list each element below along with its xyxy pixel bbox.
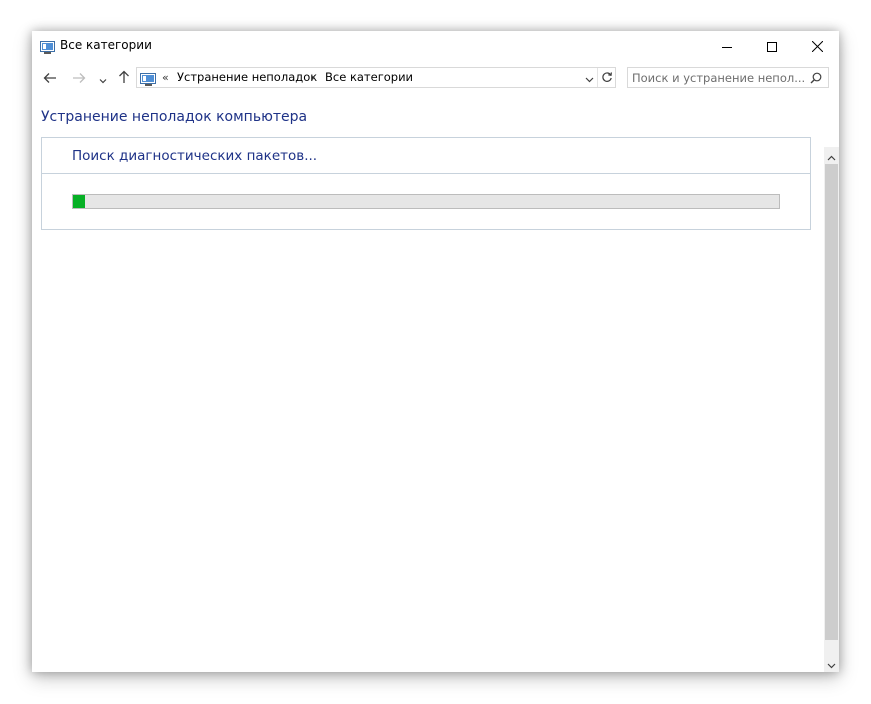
search-icon[interactable]	[808, 70, 824, 86]
search-input[interactable]	[632, 69, 804, 86]
address-overflow-button[interactable]: «	[162, 70, 169, 85]
address-bar[interactable]: « Устранение неполадок › Все категории	[136, 67, 616, 88]
recent-locations-button[interactable]	[94, 67, 112, 89]
chevron-down-icon	[827, 654, 836, 672]
breadcrumb-all-categories[interactable]: Все категории	[325, 70, 413, 85]
refresh-button[interactable]	[597, 68, 616, 87]
status-text: Поиск диагностических пакетов...	[72, 148, 318, 164]
chevron-down-icon	[99, 69, 107, 88]
back-button[interactable]	[39, 67, 61, 89]
minimize-icon	[722, 37, 732, 56]
refresh-icon	[601, 68, 613, 87]
close-icon	[811, 37, 823, 56]
up-button[interactable]	[113, 67, 135, 89]
arrow-left-icon	[43, 69, 57, 88]
breadcrumb-separator[interactable]: ›	[311, 70, 315, 85]
minimize-button[interactable]	[704, 31, 750, 61]
scroll-thumb[interactable]	[825, 164, 838, 640]
arrow-right-icon	[72, 69, 86, 88]
progress-bar	[72, 194, 780, 209]
window-title: Все категории	[60, 38, 152, 52]
control-panel-icon	[40, 39, 55, 54]
navigation-bar: « Устранение неполадок › Все категории	[32, 61, 839, 95]
maximize-button[interactable]	[749, 31, 795, 61]
maximize-icon	[767, 37, 777, 56]
progress-panel: Поиск диагностических пакетов...	[41, 137, 811, 230]
troubleshooting-window: Все категории « Устранение неполадок › В…	[32, 31, 839, 672]
scroll-down-button[interactable]	[824, 655, 839, 672]
title-bar[interactable]: Все категории	[32, 31, 839, 61]
scroll-up-button[interactable]	[824, 147, 839, 164]
progress-fill	[73, 195, 85, 208]
control-panel-icon	[140, 71, 156, 86]
forward-button[interactable]	[68, 67, 90, 89]
page-title: Устранение неполадок компьютера	[41, 109, 308, 125]
panel-header: Поиск диагностических пакетов...	[42, 138, 810, 174]
chevron-up-icon	[827, 146, 836, 165]
search-box[interactable]	[627, 67, 829, 88]
breadcrumb-troubleshooting[interactable]: Устранение неполадок	[177, 70, 317, 85]
chevron-down-icon	[585, 68, 594, 87]
address-dropdown-button[interactable]	[581, 68, 597, 87]
vertical-scrollbar[interactable]	[824, 147, 839, 672]
arrow-up-icon	[118, 69, 130, 88]
close-button[interactable]	[794, 31, 839, 61]
